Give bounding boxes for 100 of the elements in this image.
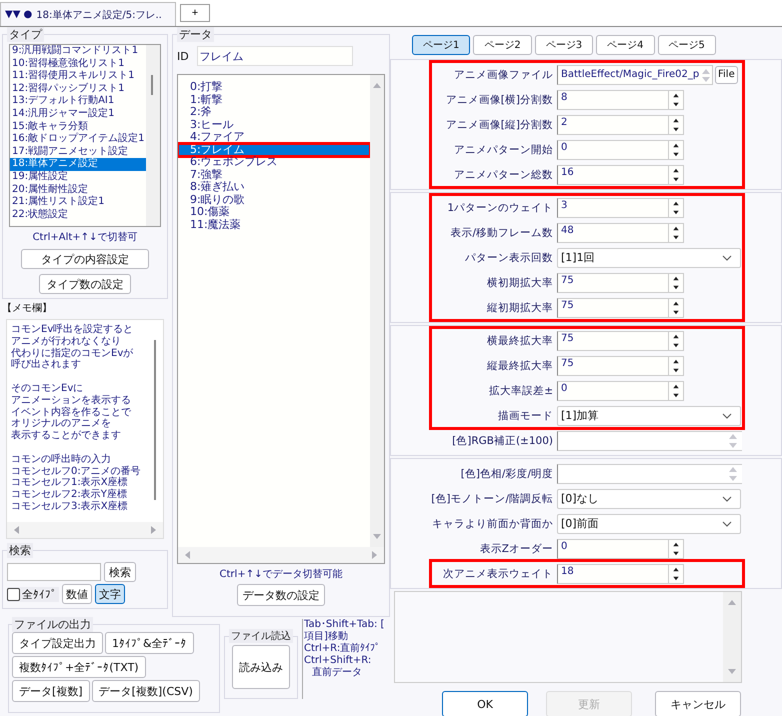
type-list-item[interactable]: 16:敵ドロップアイテム設定1 (10, 133, 146, 146)
all-types-checkbox[interactable]: 全ﾀｲﾌﾟ (7, 586, 59, 602)
type-list-item[interactable]: 22:状態設定 (10, 208, 146, 222)
type-list[interactable]: 9:汎用戦闘コマンドリスト1 10:習得極意強化リスト1 11:習得使用スキルリスト1 12:習得パッシブリスト1 13:デフォルト行動AI1 14:汎用ジャマー設定1 15:敵キャラ分類 16:敵ドロップアイテム設定1 17:戦闘アニメセット設定 18:単体アニメ設定 19:属性設定 20:属性耐性設定 21:属性リスト設定1 22:状態設定 (9, 44, 161, 227)
field-label: キャラより前面か背面か (431, 516, 554, 530)
field-label: 拡大率誤差± (488, 384, 554, 398)
data-list-item[interactable]: 1:斬撃 (178, 94, 370, 106)
search-field[interactable] (7, 563, 101, 581)
number-field[interactable]: 16 (557, 164, 684, 184)
field-label: 描画モード (497, 408, 554, 422)
page-tab[interactable]: ページ4 (596, 35, 654, 55)
page-tab[interactable]: ページ1 (412, 35, 470, 55)
number-field[interactable]: 48 (557, 222, 684, 242)
dropdown[interactable]: [0]なし (557, 488, 741, 508)
data-count-button[interactable]: データ数の設定 (237, 584, 325, 606)
data-list-item[interactable]: 4:ファイア (178, 131, 370, 144)
type-settings-button[interactable]: タイプの内容設定 (21, 249, 149, 269)
number-field[interactable]: 0 (557, 140, 684, 160)
memo-paragraph: コモンの呼出時の入力 コモンセルフ0:アニメの番号 コモンセルフ1:表示X座標 コモンセルフ2:表示Y座標 コモンセルフ3:表示X座標 (11, 454, 142, 513)
type-list-item[interactable]: 9:汎用戦闘コマンドリスト1 (10, 45, 146, 58)
number-field[interactable]: 8 (557, 90, 684, 110)
search-button[interactable]: 検索 (104, 562, 136, 582)
data-list-item[interactable]: 0:打撃 (178, 81, 370, 94)
document-tab[interactable]: ▼▼ ● 18:単体アニメ設定/5:フレ.. (0, 2, 176, 26)
data-list-item[interactable]: 7:強撃 (178, 168, 370, 181)
data-list-item[interactable]: 10:傷薬 (178, 206, 370, 218)
type-list-item[interactable]: 17:戦闘アニメセット設定 (10, 146, 146, 158)
data-list-item[interactable]: 5:フレイム (178, 144, 370, 156)
file-path-field[interactable]: BattleEffect/Magic_Fire02_p (557, 64, 713, 84)
dialog-button[interactable]: キャンセル (655, 691, 741, 716)
spin-arrows-icon (728, 464, 738, 482)
number-field[interactable]: 2 (557, 114, 684, 134)
data-list-item[interactable]: 9:眠りの歌 (178, 194, 370, 206)
memo-paragraph: コモンEv呼出を設定すると アニメが行われなくなり 代わりに指定のコモンEvが 呼び出されます (11, 324, 134, 372)
field-label: 縦最終拡大率 (486, 358, 554, 372)
type-list-item[interactable]: 14:汎用ジャマー設定1 (10, 108, 146, 121)
field-label: 横最終拡大率 (486, 334, 554, 348)
page-tab[interactable]: ページ5 (658, 35, 716, 55)
id-field[interactable]: フレイム (196, 46, 353, 66)
field-label: 表示Zオーダー (478, 542, 554, 556)
group-title: 検索 (7, 543, 33, 558)
group-title: データ (177, 27, 214, 42)
number-field[interactable]: 18 (557, 564, 684, 584)
field-label: 縦初期拡大率 (486, 300, 554, 314)
data-list[interactable]: 0:打撃 1:斬撃 2:斧 3:ヒール 4:ファイア 5:フレイム 6:ウェポンブレス 7:強撃 8:薙ぎ払い 9:眠りの歌 10:傷薬 11:魔法薬 (177, 74, 385, 564)
type-list-item[interactable]: 12:習得パッシブリスト1 (10, 82, 146, 96)
export-button[interactable]: タイプ設定出力 (12, 632, 103, 654)
number-field[interactable]: 75 (557, 356, 684, 376)
dropdown[interactable]: [0]前面 (557, 514, 741, 534)
data-list-item[interactable]: 3:ヒール (178, 118, 370, 131)
type-list-item[interactable]: 11:習得使用スキルリスト1 (10, 70, 146, 83)
shortcut-help-text: Tab･Shift+Tab: [ 項目]移動 Ctrl+R:直前ﾀｲﾌﾟ Ctrl+Shift+R: 直前データ (302, 619, 384, 699)
search-mode-toggle[interactable]: 数値 (62, 584, 92, 604)
load-button[interactable]: 読み込み (232, 645, 290, 689)
export-button[interactable]: データ[複数](CSV) (92, 680, 200, 702)
page-tab[interactable]: ページ2 (473, 35, 532, 55)
spin-arrows-icon (701, 66, 711, 82)
file-button[interactable]: File (715, 66, 738, 84)
type-list-item[interactable]: 13:デフォルト行動AI1 (10, 95, 146, 108)
field-label: [色]色相/彩度/明度 (460, 466, 554, 480)
type-list-item[interactable]: 10:習得極意強化リスト1 (10, 58, 146, 70)
color-field[interactable] (557, 464, 742, 484)
spin-arrows-icon (728, 432, 738, 450)
type-list-item[interactable]: 18:単体アニメ設定 (10, 158, 146, 171)
page-tab[interactable]: ページ3 (534, 35, 594, 55)
memo-box[interactable]: コモンEv呼出を設定すると アニメが行われなくなり 代わりに指定のコモンEvが 呼び出されます そのコモンEvに アニメーションを表示する イベント内容を作ることで オリジナルのアニメを 表示することができます コモンの呼出時の入力 コモンセルフ0:アニメの番号 コモンセルフ1:表示X座標 コモンセルフ2:表示Y座標 コモンセルフ3:表示X座標 (6, 319, 164, 539)
hint-text: Ctrl+↑↓でデータ切替可能 (220, 568, 342, 581)
data-list-item[interactable]: 2:斧 (178, 106, 370, 118)
type-list-item[interactable]: 15:敵キャラ分類 (10, 120, 146, 134)
type-list-item[interactable]: 19:属性設定 (10, 170, 146, 184)
number-field[interactable]: 75 (557, 330, 684, 350)
number-field[interactable]: 0 (557, 380, 684, 400)
dialog-button[interactable]: OK (442, 691, 528, 716)
type-count-button[interactable]: タイプ数の設定 (39, 274, 131, 294)
type-list-item[interactable]: 21:属性リスト設定1 (10, 196, 146, 209)
field-label: [色]RGB補正(±100) (451, 434, 554, 448)
field-label: アニメパターン総数 (453, 168, 554, 182)
number-field[interactable]: 75 (557, 272, 684, 292)
dropdown[interactable]: [1]1回 (557, 248, 741, 268)
chevron-down-icon (722, 254, 732, 260)
data-list-item[interactable]: 6:ウェポンブレス (178, 156, 370, 168)
scrollbar[interactable] (146, 45, 160, 226)
field-label: 横初期拡大率 (486, 276, 554, 290)
number-field[interactable]: 0 (557, 538, 684, 558)
hint-text: Ctrl+Alt+↑↓で切替可 (32, 230, 138, 244)
export-button[interactable]: データ[複数] (12, 680, 90, 702)
search-mode-toggle[interactable]: 文字 (95, 584, 125, 604)
memo-title: 【メモ欄】 (2, 302, 53, 316)
color-field[interactable] (557, 430, 742, 450)
number-field[interactable]: 3 (557, 198, 684, 218)
data-list-item[interactable]: 11:魔法薬 (178, 218, 370, 231)
dropdown[interactable]: [1]加算 (557, 406, 741, 426)
export-button[interactable]: 複数ﾀｲﾌﾟ+全ﾃﾞｰﾀ(TXT) (12, 656, 146, 678)
field-label: アニメパターン開始 (453, 142, 554, 156)
new-tab-button[interactable]: + (180, 4, 210, 22)
number-field[interactable]: 75 (557, 298, 684, 318)
type-list-item[interactable]: 20:属性耐性設定 (10, 184, 146, 196)
export-button[interactable]: 1ﾀｲﾌﾟ&全ﾃﾞｰﾀ (105, 632, 194, 654)
chevron-down-icon (722, 496, 732, 502)
data-list-item[interactable]: 8:薙ぎ払い (178, 181, 370, 194)
